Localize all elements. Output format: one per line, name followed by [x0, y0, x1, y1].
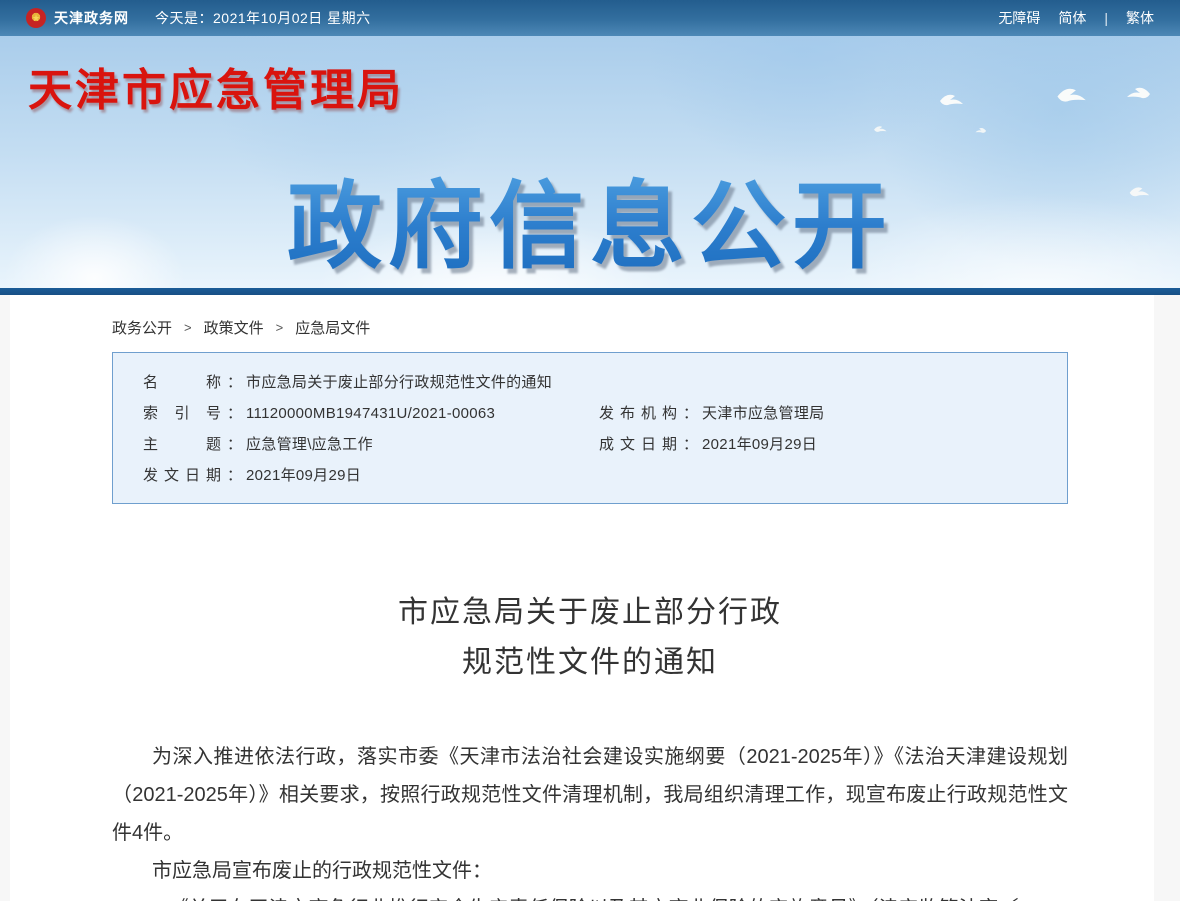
- topbar-left: ★ 天津政务网 今天是：2021年10月02日 星期六: [26, 8, 371, 28]
- article: 市应急局关于废止部分行政 规范性文件的通知 为深入推进依法行政，落实市委《天津市…: [112, 504, 1068, 901]
- link-separator: |: [1104, 10, 1108, 26]
- document-meta-box: 名称： 市应急局关于废止部分行政规范性文件的通知 索引号： 11120000MB…: [112, 352, 1068, 504]
- meta-label: 成文日期: [599, 429, 677, 460]
- breadcrumb-item-zhengcewenjian[interactable]: 政策文件: [204, 317, 264, 338]
- header-banner: 天津市应急管理局 政府信息公开: [0, 36, 1180, 288]
- meta-field-name: 名称： 市应急局关于废止部分行政规范性文件的通知: [143, 367, 552, 398]
- dove-icon: [1128, 184, 1150, 198]
- traditional-chinese-link[interactable]: 繁体: [1126, 8, 1154, 28]
- meta-value-publish-date: 2021年09月29日: [246, 460, 361, 491]
- meta-row-subject: 主题： 应急管理\应急工作 成文日期： 2021年09月29日: [143, 429, 1047, 460]
- meta-label: 主题: [143, 429, 221, 460]
- meta-label: 发文日期: [143, 460, 221, 491]
- accessibility-link[interactable]: 无障碍: [998, 8, 1040, 28]
- top-bar: ★ 天津政务网 今天是：2021年10月02日 星期六 无障碍 简体 | 繁体: [0, 0, 1180, 36]
- meta-row-name: 名称： 市应急局关于废止部分行政规范性文件的通知: [143, 367, 1047, 398]
- breadcrumb-separator: >: [276, 320, 284, 335]
- meta-row-publish-date: 发文日期： 2021年09月29日: [143, 460, 1047, 491]
- current-date-text: 今天是：2021年10月02日 星期六: [155, 8, 371, 28]
- document-body: 为深入推进依法行政，落实市委《天津市法治社会建设实施纲要（2021-2025年）…: [112, 738, 1068, 901]
- meta-label: 发布机构: [599, 398, 677, 429]
- meta-field-publish-date: 发文日期： 2021年09月29日: [143, 460, 599, 491]
- meta-label: 索引号: [143, 398, 221, 429]
- meta-value-name: 市应急局关于废止部分行政规范性文件的通知: [246, 367, 552, 398]
- breadcrumb-item-yingjijuwenjian[interactable]: 应急局文件: [295, 317, 370, 338]
- national-emblem-icon: ★: [26, 8, 46, 28]
- document-title-line1: 市应急局关于废止部分行政: [112, 588, 1068, 638]
- paragraph: 为深入推进依法行政，落实市委《天津市法治社会建设实施纲要（2021-2025年）…: [112, 738, 1068, 852]
- agency-name-logo[interactable]: 天津市应急管理局: [28, 54, 404, 118]
- paragraph: 市应急局宣布废止的行政规范性文件：: [112, 852, 1068, 890]
- dove-icon: [873, 124, 887, 133]
- site-name-link[interactable]: 天津政务网: [54, 8, 129, 28]
- header-divider: [0, 288, 1180, 295]
- dove-icon: [938, 91, 964, 107]
- breadcrumb-item-zhengwugongkai[interactable]: 政务公开: [112, 317, 172, 338]
- meta-value-subject: 应急管理\应急工作: [246, 429, 373, 460]
- paragraph: 1.《关于在天津市高危行业推行安全生产责任保险以及其它商业保险的实施意见》（津安…: [112, 890, 1068, 901]
- meta-value-index-no: 11120000MB1947431U/2021-00063: [246, 398, 495, 429]
- meta-label: 名称: [143, 367, 221, 398]
- content-card: 政务公开 > 政策文件 > 应急局文件 名称： 市应急局关于废止部分行政规范性文…: [10, 295, 1154, 901]
- meta-field-index-no: 索引号： 11120000MB1947431U/2021-00063: [143, 398, 599, 429]
- document-title: 市应急局关于废止部分行政 规范性文件的通知: [112, 588, 1068, 688]
- meta-field-written-date: 成文日期： 2021年09月29日: [599, 429, 817, 460]
- page-background: 政务公开 > 政策文件 > 应急局文件 名称： 市应急局关于废止部分行政规范性文…: [0, 295, 1180, 901]
- breadcrumb-separator: >: [184, 320, 192, 335]
- meta-field-publisher: 发布机构： 天津市应急管理局: [599, 398, 824, 429]
- topbar-links: 无障碍 简体 | 繁体: [998, 8, 1154, 28]
- banner-title: 政府信息公开: [0, 150, 1180, 287]
- dove-icon: [975, 126, 987, 134]
- meta-field-subject: 主题： 应急管理\应急工作: [143, 429, 599, 460]
- dove-icon: [1055, 84, 1087, 104]
- breadcrumb: 政务公开 > 政策文件 > 应急局文件: [112, 313, 1068, 352]
- meta-value-written-date: 2021年09月29日: [702, 429, 817, 460]
- meta-row-index: 索引号： 11120000MB1947431U/2021-00063 发布机构：…: [143, 398, 1047, 429]
- document-title-line2: 规范性文件的通知: [112, 638, 1068, 688]
- meta-value-publisher: 天津市应急管理局: [702, 398, 824, 429]
- simplified-chinese-link[interactable]: 简体: [1058, 8, 1086, 28]
- dove-icon: [1126, 84, 1152, 100]
